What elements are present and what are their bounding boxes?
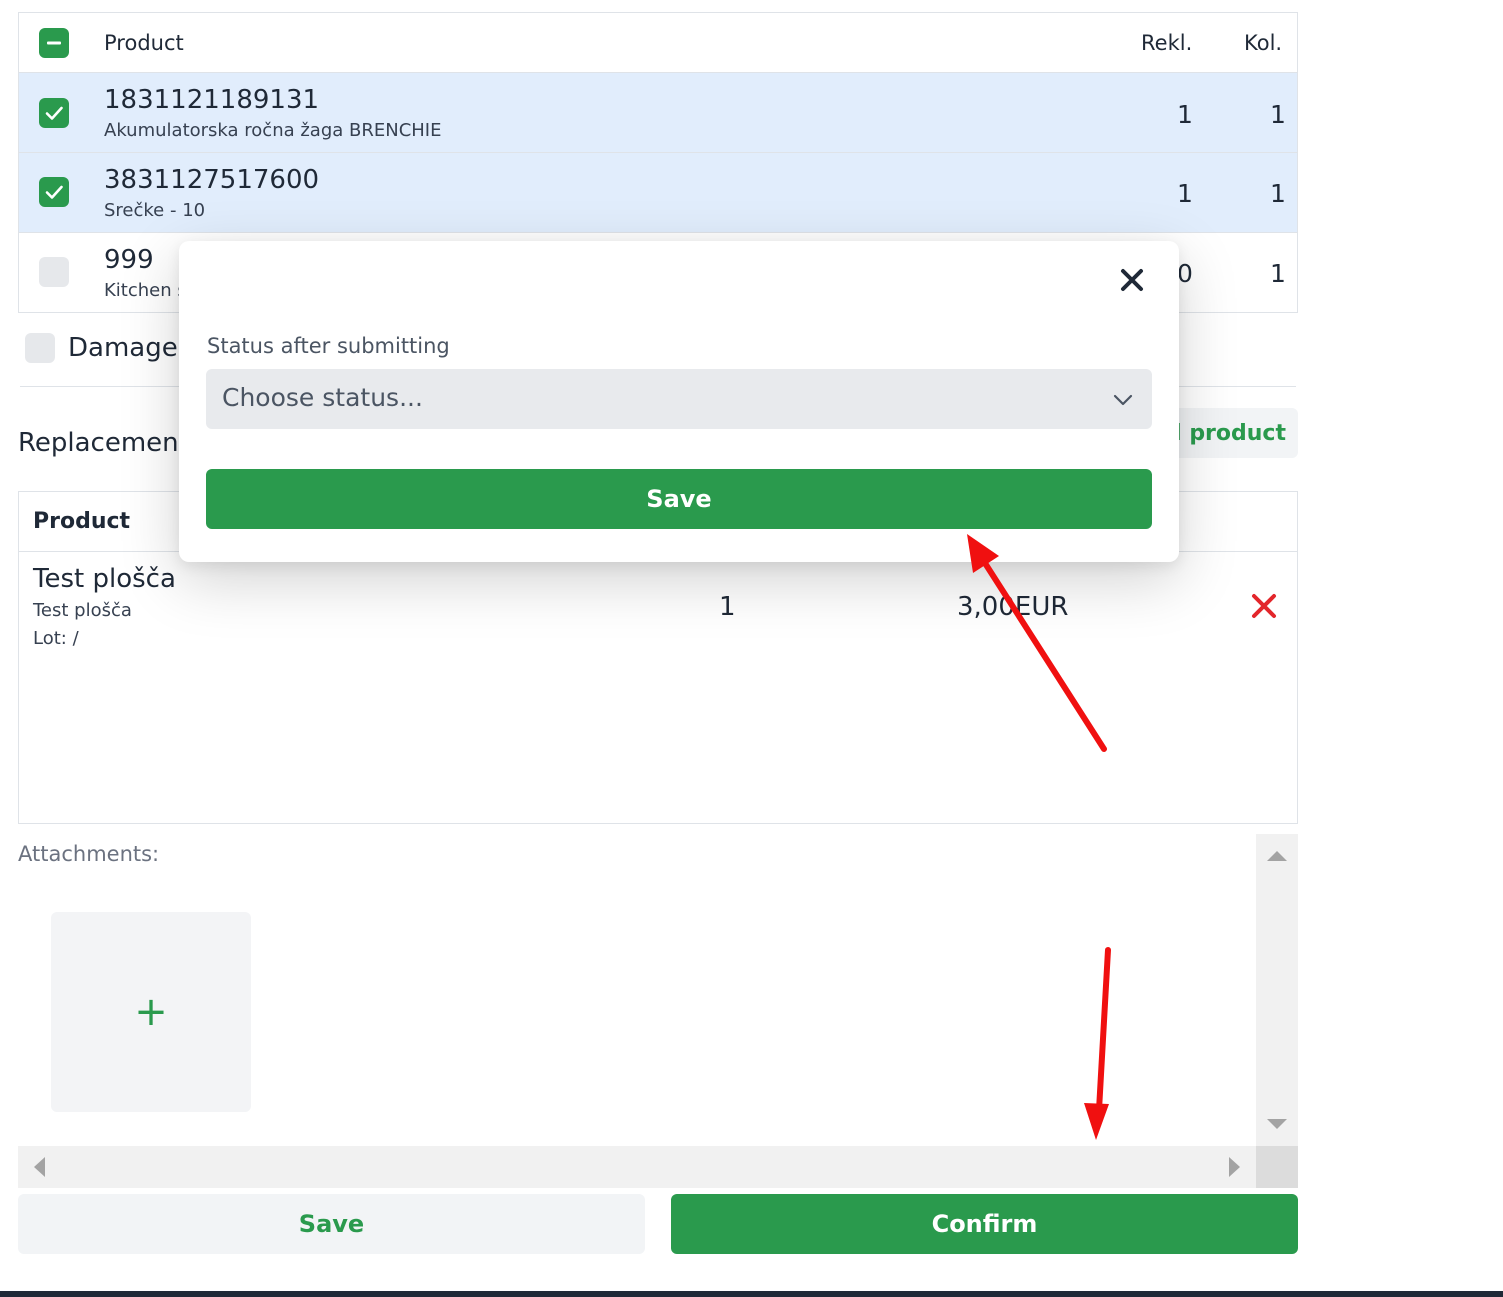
status-select-value: Choose status... [222, 383, 423, 412]
row-checkbox[interactable] [39, 177, 69, 207]
column-header-product: Product [104, 31, 184, 55]
table-row[interactable]: 3831127517600 Srečke - 10 1 1 [19, 153, 1297, 233]
damaged-checkbox[interactable] [25, 333, 55, 363]
save-button[interactable]: Save [18, 1194, 645, 1254]
replacements-title: Replacements [18, 428, 203, 458]
rekl-value: 1 [1177, 179, 1193, 208]
product-name: Kitchen s [104, 280, 187, 301]
rekl-value: 1 [1177, 100, 1193, 129]
replacement-quantity: 1 [719, 592, 736, 622]
column-header-kol: Kol. [1244, 31, 1283, 55]
remove-icon[interactable] [1251, 593, 1277, 619]
chevron-down-icon [1113, 394, 1133, 406]
scroll-arrows-icon [34, 1157, 1240, 1177]
check-icon [45, 185, 63, 199]
status-label: Status after submitting [207, 334, 450, 358]
column-header-product: Product [33, 509, 131, 534]
scrollbar-corner [1256, 1146, 1298, 1188]
kol-value: 1 [1270, 259, 1286, 288]
kol-value: 1 [1270, 179, 1286, 208]
row-checkbox[interactable] [39, 98, 69, 128]
modal-save-button[interactable]: Save [206, 469, 1152, 529]
annotation-arrow [1084, 947, 1111, 1140]
product-name: Srečke - 10 [104, 200, 206, 221]
check-icon [45, 106, 63, 120]
vertical-scrollbar[interactable] [1256, 834, 1298, 1146]
row-checkbox[interactable] [39, 257, 69, 287]
horizontal-scrollbar[interactable] [18, 1146, 1256, 1188]
product-name: Akumulatorska ročna žaga BRENCHIE [104, 120, 442, 141]
add-attachment-button[interactable]: + [51, 912, 251, 1112]
product-code: 3831127517600 [104, 165, 320, 195]
damaged-label: Damaged [68, 333, 195, 363]
product-code: 999 [104, 245, 154, 275]
status-modal: Status after submitting Choose status...… [179, 241, 1179, 562]
replacement-subtitle: Test plošča [33, 600, 132, 621]
rekl-value: 0 [1177, 259, 1193, 288]
table-row[interactable]: 1831121189131 Akumulatorska ročna žaga B… [19, 73, 1297, 153]
status-select[interactable]: Choose status... [206, 369, 1152, 429]
minus-icon [47, 41, 61, 45]
select-all-checkbox[interactable] [39, 28, 69, 58]
close-icon[interactable] [1119, 267, 1145, 293]
bottom-border [0, 1291, 1503, 1297]
scroll-arrows-icon [1267, 851, 1287, 1129]
kol-value: 1 [1270, 100, 1286, 129]
replacement-name: Test plošča [33, 564, 176, 594]
plus-icon: + [134, 989, 168, 1035]
confirm-button[interactable]: Confirm [671, 1194, 1298, 1254]
replacement-lot: Lot: / [33, 628, 79, 649]
replacement-price: 3,00EUR [957, 592, 1069, 622]
product-code: 1831121189131 [104, 85, 320, 115]
products-table-header: Product Rekl. Kol. [19, 13, 1297, 73]
column-header-rekl: Rekl. [1141, 31, 1193, 55]
attachments-label: Attachments: [18, 842, 160, 866]
